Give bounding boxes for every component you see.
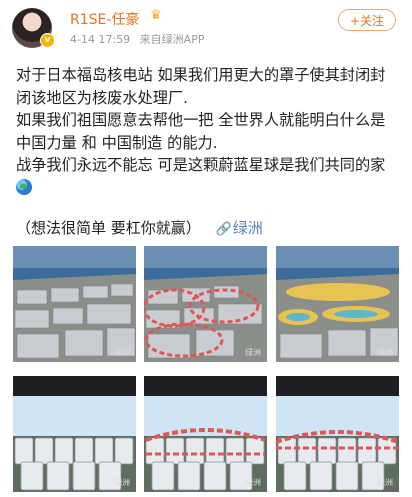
image-tanks-original[interactable]: 绿洲 (13, 376, 136, 492)
image-watermark: 绿洲 (245, 478, 261, 487)
image-tanks-red-dome[interactable]: 绿洲 (144, 376, 267, 492)
oasis-link-label: 绿洲 (232, 219, 263, 237)
image-watermark: 绿洲 (114, 348, 130, 357)
post-meta: 4-14 17:59 来自绿洲APP (70, 31, 210, 47)
image-grid: 绿洲 绿洲 绿洲 绿洲 绿洲 绿洲 (13, 246, 399, 492)
follow-button[interactable]: +关注 (338, 9, 396, 31)
image-aerial-original[interactable]: 绿洲 (13, 246, 136, 362)
verified-badge-icon: v (40, 33, 55, 48)
image-watermark: 绿洲 (114, 478, 130, 487)
post-footer-text: （想法很简单 要杠你就赢） (16, 219, 201, 237)
image-watermark: 绿洲 (245, 348, 261, 357)
oasis-link[interactable]: 🔗绿洲 (216, 219, 263, 237)
post-body: 对于日本福岛核电站 如果我们用更大的罩子使其封闭封闭该地区为核废水处理厂. 如果… (16, 64, 400, 199)
image-watermark: 绿洲 (377, 478, 393, 487)
image-tanks-red-dome-2[interactable]: 绿洲 (276, 376, 399, 492)
post-paragraph-2: 如果我们祖国愿意去帮他一把 全世界人就能明白什么是中国力量 和 中国制造 的能力… (16, 111, 386, 152)
image-watermark: 绿洲 (377, 348, 393, 357)
image-aerial-red-dome[interactable]: 绿洲 (144, 246, 267, 362)
crown-icon: ♛ (150, 8, 162, 23)
post-header: v R1SE-任豪 ♛ 4-14 17:59 来自绿洲APP +关注 (0, 0, 412, 52)
post-paragraph-3: 战争我们永远不能忘 可是这颗蔚蓝星球是我们共同的家 (16, 156, 386, 174)
globe-icon (16, 178, 32, 195)
post-paragraph-1: 对于日本福岛核电站 如果我们用更大的罩子使其封闭封闭该地区为核废水处理厂. (16, 66, 386, 107)
link-icon: 🔗 (215, 222, 232, 237)
username[interactable]: R1SE-任豪 (70, 9, 139, 29)
post-source[interactable]: 来自绿洲APP (140, 33, 205, 46)
post-footer: （想法很简单 要杠你就赢） 🔗绿洲 (16, 217, 263, 238)
image-aerial-yellow-dome[interactable]: 绿洲 (276, 246, 399, 362)
post-time: 4-14 17:59 (70, 33, 131, 46)
